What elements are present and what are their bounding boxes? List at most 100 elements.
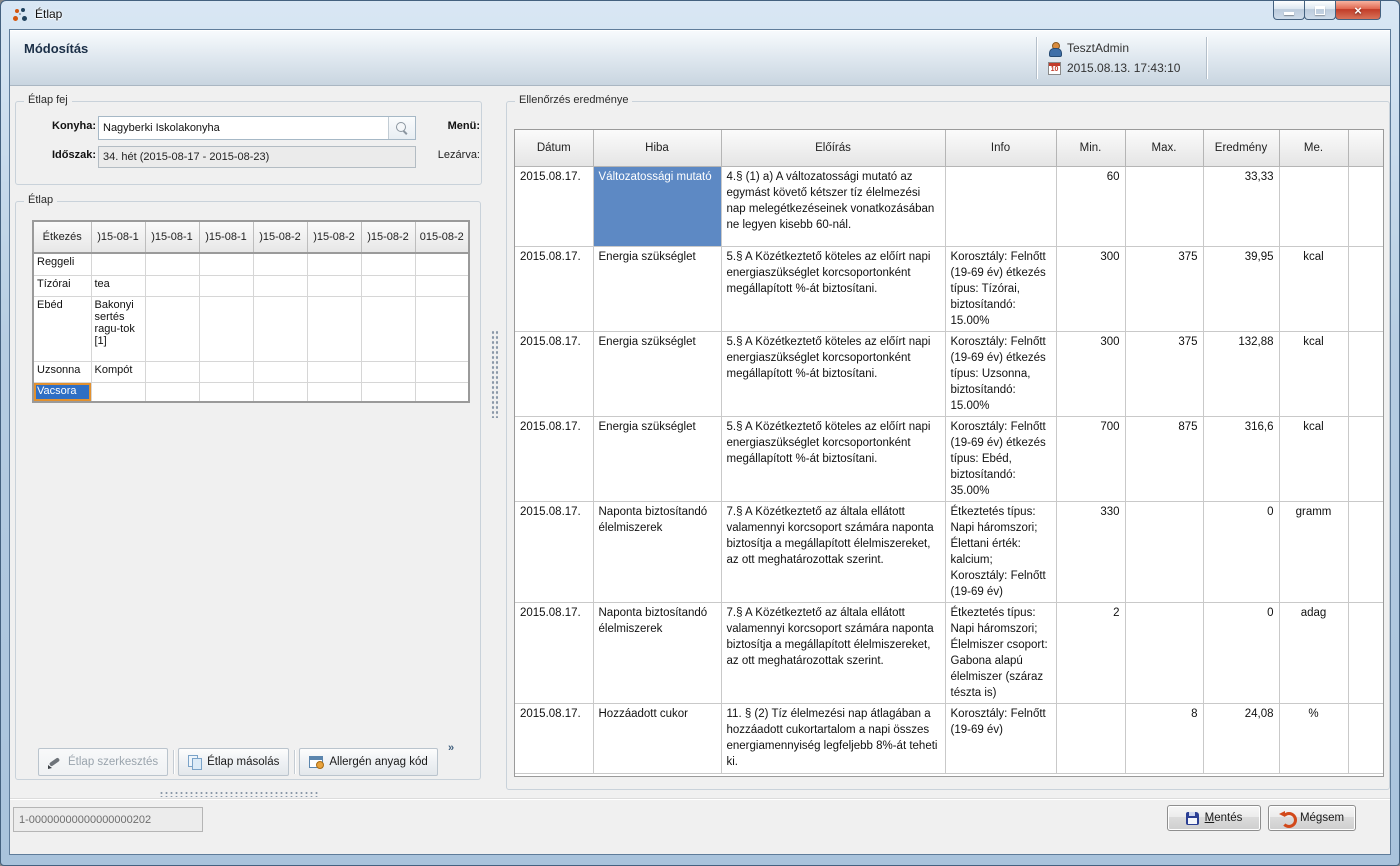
result-row[interactable]: 2015.08.17. Energia szükséglet 5.§ A Köz… [515, 246, 1384, 331]
toolbar-separator [173, 750, 174, 774]
konyha-search-button[interactable] [388, 117, 415, 139]
cell-me: kcal [1279, 416, 1348, 501]
date-column-header[interactable]: )15-08-2 [253, 221, 307, 253]
menu-cell[interactable] [199, 275, 253, 296]
menu-cell[interactable] [361, 296, 415, 361]
floppy-disk-icon [1186, 812, 1199, 825]
menu-cell[interactable] [415, 361, 469, 382]
date-column-header[interactable]: 015-08-2 [415, 221, 469, 253]
horizontal-splitter[interactable] [159, 791, 319, 797]
idoszak-input[interactable] [99, 147, 415, 167]
menu-cell[interactable] [415, 382, 469, 402]
menu-cell[interactable] [145, 361, 199, 382]
meal-name-cell-selected[interactable]: Vacsora [33, 382, 91, 402]
menu-cell[interactable] [199, 253, 253, 275]
menu-cell[interactable]: Kompót [91, 361, 145, 382]
menu-cell[interactable] [307, 253, 361, 275]
cell-min: 700 [1056, 416, 1125, 501]
col-header-eredmeny[interactable]: Eredmény [1203, 130, 1279, 166]
result-row[interactable]: 2015.08.17. Naponta biztosítandó élelmis… [515, 602, 1384, 703]
menu-cell[interactable] [253, 361, 307, 382]
vertical-splitter[interactable] [491, 330, 498, 418]
menu-cell[interactable] [253, 296, 307, 361]
maximize-button[interactable] [1304, 1, 1336, 20]
cell-eredmeny: 24,08 [1203, 703, 1279, 773]
date-column-header[interactable]: )15-08-1 [145, 221, 199, 253]
record-id-input[interactable] [14, 808, 202, 831]
cell-eloiras: 11. § (2) Tíz élelmezési nap átlagában a… [721, 703, 945, 773]
menu-cell[interactable] [361, 361, 415, 382]
col-header-me[interactable]: Me. [1279, 130, 1348, 166]
menu-cell[interactable] [361, 253, 415, 275]
undo-arrow-icon [1280, 811, 1294, 825]
menu-cell[interactable] [253, 253, 307, 275]
menu-cell[interactable] [91, 253, 145, 275]
col-header-hiba[interactable]: Hiba [593, 130, 721, 166]
cell-info: Korosztály: Felnőtt (19-69 év) étkezés t… [945, 246, 1056, 331]
menu-cell[interactable] [199, 382, 253, 402]
menu-cell[interactable] [307, 382, 361, 402]
save-button-label: Mentés [1205, 812, 1243, 824]
etlap-masolas-button[interactable]: Étlap másolás [178, 748, 289, 776]
col-header-min[interactable]: Min. [1056, 130, 1125, 166]
menu-cell[interactable] [199, 296, 253, 361]
cell-datum: 2015.08.17. [515, 416, 593, 501]
cell-info [945, 166, 1056, 246]
menu-cell[interactable] [145, 275, 199, 296]
meal-name-cell[interactable]: Ebéd [33, 296, 91, 361]
cell-eloiras: 4.§ (1) a) A változatossági mutató az eg… [721, 166, 945, 246]
date-column-header[interactable]: )15-08-1 [91, 221, 145, 253]
konyha-field [98, 116, 416, 140]
menu-cell[interactable] [307, 275, 361, 296]
result-row[interactable]: 2015.08.17. Energia szükséglet 5.§ A Köz… [515, 416, 1384, 501]
menu-cell[interactable] [253, 382, 307, 402]
menu-cell[interactable] [307, 296, 361, 361]
date-column-header[interactable]: )15-08-1 [199, 221, 253, 253]
col-header-eloiras[interactable]: Előírás [721, 130, 945, 166]
menu-cell[interactable] [145, 382, 199, 402]
result-row[interactable]: 2015.08.17. Energia szükséglet 5.§ A Köz… [515, 331, 1384, 416]
menu-cell[interactable] [307, 361, 361, 382]
cancel-button-label: Mégsem [1300, 812, 1344, 824]
menu-cell[interactable] [199, 361, 253, 382]
cancel-button[interactable]: Mégsem [1268, 805, 1356, 831]
menu-cell[interactable] [145, 296, 199, 361]
meal-name-cell[interactable]: Tízórai [33, 275, 91, 296]
col-header-info[interactable]: Info [945, 130, 1056, 166]
menu-cell[interactable] [361, 382, 415, 402]
user-icon [1048, 42, 1061, 55]
result-row[interactable]: 2015.08.17. Hozzáadott cukor 11. § (2) T… [515, 703, 1384, 773]
menu-cell[interactable] [415, 275, 469, 296]
minimize-button[interactable] [1273, 1, 1305, 20]
menu-cell[interactable]: Bakonyi sertés ragu-tok [1] [91, 296, 145, 361]
etlap-szerkesztes-button[interactable]: Étlap szerkesztés [38, 748, 168, 776]
menu-cell[interactable] [415, 253, 469, 275]
col-header-datum[interactable]: Dátum [515, 130, 593, 166]
cell-datum: 2015.08.17. [515, 331, 593, 416]
toolbar-overflow-chevron-icon[interactable]: » [448, 742, 454, 754]
menu-cell[interactable] [91, 382, 145, 402]
menu-cell[interactable] [361, 275, 415, 296]
menu-cell[interactable] [415, 296, 469, 361]
datetime: 2015.08.13. 17:43:10 [1067, 61, 1180, 75]
user-block: TesztAdmin 2015.08.13. 17:43:10 [1048, 38, 1180, 78]
konyha-input[interactable] [99, 117, 388, 139]
meal-name-cell[interactable]: Uzsonna [33, 361, 91, 382]
header-band: Módosítás TesztAdmin 2015.08.13. 17:43:1… [10, 30, 1390, 86]
result-row[interactable]: 2015.08.17. Naponta biztosítandó élelmis… [515, 501, 1384, 602]
date-column-header[interactable]: )15-08-2 [361, 221, 415, 253]
allergen-anyag-kod-button[interactable]: Allergén anyag kód [299, 748, 437, 776]
date-column-header[interactable]: )15-08-2 [307, 221, 361, 253]
result-row[interactable]: 2015.08.17. Változatossági mutató 4.§ (1… [515, 166, 1384, 246]
col-header-max[interactable]: Max. [1125, 130, 1203, 166]
cell-hiba-selected: Változatossági mutató [593, 166, 721, 246]
cell-me: gramm [1279, 501, 1348, 602]
copy-icon [188, 755, 201, 769]
close-button[interactable]: × [1335, 1, 1381, 20]
menu-cell[interactable]: tea [91, 275, 145, 296]
meal-column-header[interactable]: Étkezés [33, 221, 91, 253]
menu-cell[interactable] [145, 253, 199, 275]
save-button[interactable]: Mentés [1167, 805, 1261, 831]
meal-name-cell[interactable]: Reggeli [33, 253, 91, 275]
menu-cell[interactable] [253, 275, 307, 296]
